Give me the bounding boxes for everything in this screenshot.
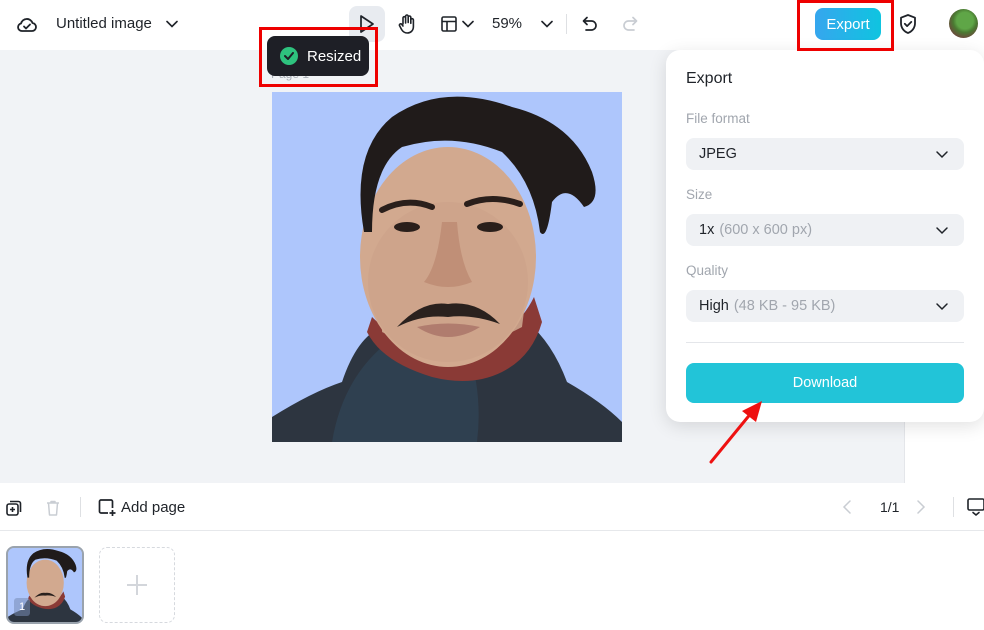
plus-icon — [127, 575, 147, 595]
pointer-icon — [360, 15, 374, 33]
resized-toast: Resized — [267, 36, 369, 76]
toast-message: Resized — [307, 47, 362, 65]
toolbar-divider — [953, 497, 954, 517]
add-page-icon — [98, 499, 116, 516]
add-page-thumbnail[interactable] — [99, 547, 175, 623]
top-toolbar: Untitled image 59% Export — [0, 0, 984, 50]
present-icon[interactable] — [966, 496, 984, 518]
chevron-down-icon — [936, 151, 948, 159]
hand-icon — [398, 14, 415, 34]
file-format-select[interactable]: JPEG — [686, 138, 964, 170]
thumbnail-page-number: 1 — [14, 598, 30, 616]
page-toolbar: Add page 1/1 — [0, 483, 984, 531]
size-value: 1x — [699, 222, 715, 238]
undo-icon[interactable] — [578, 12, 602, 36]
export-panel-title: Export — [686, 70, 733, 87]
canvas-image[interactable] — [272, 92, 622, 442]
quality-select[interactable]: High (48 KB - 95 KB) — [686, 290, 964, 322]
toolbar-divider — [80, 497, 81, 517]
editor-app: Untitled image 59% Export Resized Export… — [0, 0, 984, 630]
add-page-label: Add page — [121, 498, 186, 516]
chevron-down-icon — [936, 227, 948, 235]
chevron-down-icon[interactable] — [162, 14, 182, 34]
portrait-photo — [272, 92, 622, 442]
success-check-icon — [280, 47, 298, 65]
size-detail: (600 x 600 px) — [719, 222, 813, 238]
page-indicator: 1/1 — [880, 499, 900, 515]
page-thumbnail[interactable]: 1 — [6, 546, 84, 624]
add-page-button[interactable]: Add page — [97, 497, 185, 517]
size-label: Size — [686, 187, 713, 202]
quality-value: High — [699, 298, 729, 314]
chevron-down-icon — [936, 303, 948, 311]
size-select[interactable]: 1x (600 x 600 px) — [686, 214, 964, 246]
zoom-level[interactable]: 59% — [492, 14, 522, 34]
document-title[interactable]: Untitled image — [56, 14, 152, 34]
hand-tool-button[interactable] — [394, 10, 420, 38]
file-format-label: File format — [686, 111, 750, 126]
delete-page-icon[interactable] — [45, 498, 65, 518]
panel-divider — [686, 342, 964, 343]
shield-check-icon[interactable] — [896, 12, 920, 36]
export-panel: Export File format JPEG Size 1x (600 x 6… — [666, 50, 984, 422]
zoom-dropdown-chevron-icon[interactable] — [537, 14, 557, 34]
chevron-down-icon — [462, 20, 474, 28]
user-avatar[interactable] — [949, 9, 978, 38]
duplicate-page-icon[interactable] — [5, 498, 25, 518]
next-page-icon[interactable] — [916, 498, 934, 516]
quality-label: Quality — [686, 263, 729, 278]
download-button[interactable]: Download — [686, 363, 964, 403]
quality-detail: (48 KB - 95 KB) — [733, 298, 836, 314]
layout-menu-button[interactable] — [437, 12, 477, 36]
toolbar-divider — [566, 14, 567, 34]
file-format-value: JPEG — [699, 146, 737, 162]
export-button[interactable]: Export — [815, 8, 881, 40]
redo-icon[interactable] — [618, 12, 642, 36]
layout-icon — [441, 16, 457, 32]
previous-page-icon[interactable] — [842, 498, 860, 516]
cloud-check-icon[interactable] — [14, 12, 40, 38]
